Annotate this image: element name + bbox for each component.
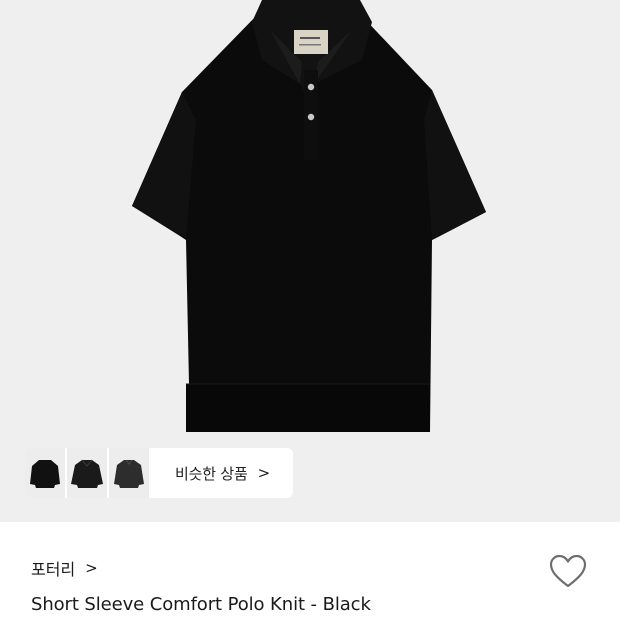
- brand-link[interactable]: 포터리 >: [31, 556, 98, 580]
- polo-shirt-illustration: [132, 0, 486, 432]
- similar-thumb-2[interactable]: [67, 448, 107, 498]
- like-button[interactable]: [548, 552, 588, 592]
- chevron-right-icon: >: [257, 464, 271, 482]
- heart-outline-icon: [549, 554, 587, 588]
- product-info: 포터리 > Short Sleeve Comfort Polo Knit - B…: [0, 522, 620, 620]
- product-image[interactable]: 비슷한 상품 >: [0, 0, 620, 522]
- similar-products-label[interactable]: 비슷한 상품 >: [175, 463, 270, 484]
- similar-thumb-3[interactable]: [109, 448, 149, 498]
- similar-products-button[interactable]: 비슷한 상품 >: [25, 448, 293, 498]
- chevron-right-icon: >: [85, 559, 98, 577]
- similar-thumb-1[interactable]: [25, 448, 65, 498]
- brand-name: 포터리: [31, 560, 76, 579]
- similar-products-text: 비슷한 상품: [175, 464, 248, 483]
- product-title: Short Sleeve Comfort Polo Knit - Black: [31, 594, 371, 615]
